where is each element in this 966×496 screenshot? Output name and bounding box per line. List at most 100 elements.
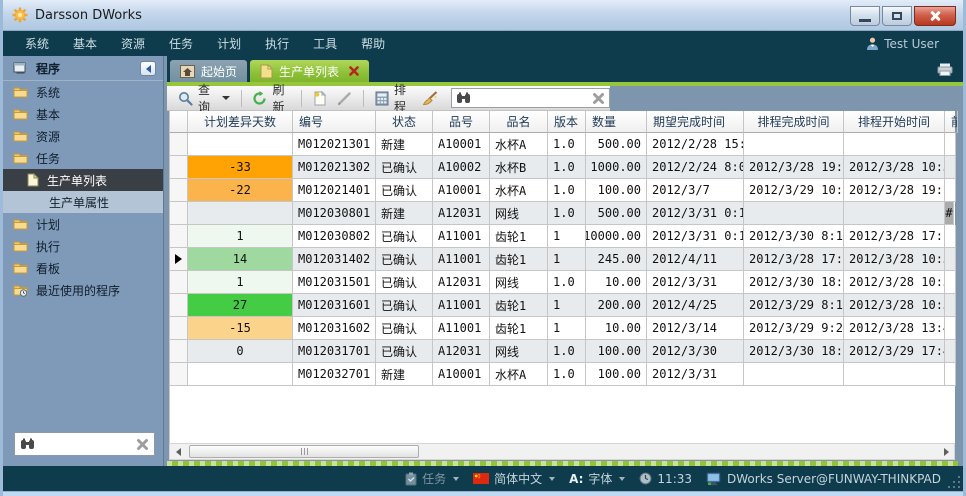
row-selector[interactable] bbox=[170, 340, 188, 363]
table-row-M012030802[interactable]: 1M012030802已确认A11001齿轮1110000.002012/3/3… bbox=[170, 225, 955, 248]
column-header-6[interactable]: 数量 bbox=[586, 111, 647, 133]
cell-qty: 500.00 bbox=[586, 133, 647, 156]
clear-x-icon[interactable] bbox=[136, 438, 149, 451]
sidebar-item-7[interactable]: 执行 bbox=[3, 235, 163, 257]
cell-sched-finish: 2012/3/30 18:00 bbox=[744, 340, 844, 363]
menu-item-3[interactable]: 任务 bbox=[157, 31, 205, 56]
menu-item-4[interactable]: 计划 bbox=[205, 31, 253, 56]
cell-qty: 100.00 bbox=[586, 340, 647, 363]
cell-expect-finish: 2012/4/11 bbox=[647, 248, 744, 271]
menu-item-6[interactable]: 工具 bbox=[301, 31, 349, 56]
scroll-left-arrow[interactable] bbox=[170, 444, 186, 459]
cell-version: 1.0 bbox=[548, 202, 586, 225]
server-status[interactable]: DWorks Server@FUNWAY-THINKPAD bbox=[706, 472, 941, 486]
cell-version: 1.0 bbox=[548, 271, 586, 294]
task-dropdown[interactable]: 任务 bbox=[405, 470, 459, 487]
column-header-3[interactable]: 品号 bbox=[433, 111, 490, 133]
table-row-M012021301[interactable]: M012021301新建A10001水杯A1.0500.002012/2/28 … bbox=[170, 133, 955, 156]
cell-diff-days: 1 bbox=[188, 225, 293, 248]
cell-part-no: A12031 bbox=[433, 271, 490, 294]
scrollbar-thumb[interactable] bbox=[189, 445, 419, 458]
row-selector[interactable] bbox=[170, 133, 188, 156]
toolbar-button-broom-icon[interactable] bbox=[419, 89, 441, 108]
maximize-button[interactable] bbox=[882, 6, 912, 26]
font-dropdown[interactable]: A: 字体 bbox=[569, 470, 625, 487]
row-selector[interactable] bbox=[170, 156, 188, 179]
column-header-2[interactable]: 状态 bbox=[376, 111, 433, 133]
sidebar-item-8[interactable]: 看板 bbox=[3, 257, 163, 279]
row-selector[interactable] bbox=[170, 179, 188, 202]
sidebar-item-6[interactable]: 计划 bbox=[3, 213, 163, 235]
cell-part-name: 网线 bbox=[490, 340, 548, 363]
sidebar-collapse-button[interactable] bbox=[140, 61, 156, 76]
column-header-9[interactable]: 排程开始时间 bbox=[844, 111, 945, 133]
sidebar-search-input[interactable] bbox=[40, 436, 131, 452]
horizontal-scrollbar[interactable] bbox=[169, 443, 955, 460]
sidebar-item-label: 生产单属性 bbox=[49, 194, 109, 211]
table-row-M012032701[interactable]: M012032701新建A10001水杯A1.0100.002012/3/31 bbox=[170, 363, 955, 386]
toolbar-search-input[interactable] bbox=[475, 90, 588, 106]
cell-status: 已确认 bbox=[376, 225, 433, 248]
column-header-1[interactable]: 编号 bbox=[293, 111, 376, 133]
table-row-M012031701[interactable]: 0M012031701已确认A12031网线1.0100.002012/3/30… bbox=[170, 340, 955, 363]
cell-diff-days: 1 bbox=[188, 271, 293, 294]
printer-icon[interactable] bbox=[937, 63, 953, 76]
menu-item-1[interactable]: 基本 bbox=[61, 31, 109, 56]
row-selector[interactable] bbox=[170, 271, 188, 294]
scroll-right-arrow[interactable] bbox=[938, 444, 954, 459]
resize-grip[interactable] bbox=[947, 475, 960, 488]
sidebar-header-label: 程序 bbox=[36, 60, 60, 77]
table-row-M012031501[interactable]: 1M012031501已确认A12031网线1.010.002012/3/312… bbox=[170, 271, 955, 294]
menu-item-7[interactable]: 帮助 bbox=[349, 31, 397, 56]
menu-item-2[interactable]: 资源 bbox=[109, 31, 157, 56]
minimize-button[interactable] bbox=[850, 6, 880, 26]
table-row-M012031601[interactable]: 27M012031601已确认A11001齿轮11200.002012/4/25… bbox=[170, 294, 955, 317]
cell-part-name: 齿轮1 bbox=[490, 225, 548, 248]
magnifier-icon bbox=[178, 91, 193, 106]
cell-sched-start bbox=[844, 202, 945, 225]
sidebar-item-1[interactable]: 基本 bbox=[3, 103, 163, 125]
toolbar-button-new-doc-icon[interactable] bbox=[310, 88, 330, 108]
toolbar-button-edit-icon[interactable] bbox=[334, 89, 355, 108]
row-selector[interactable] bbox=[170, 294, 188, 317]
cell-expect-finish: 2012/4/25 bbox=[647, 294, 744, 317]
row-selector[interactable] bbox=[170, 225, 188, 248]
sidebar-item-9[interactable]: 最近使用的程序 bbox=[3, 279, 163, 301]
table-row-M012031402[interactable]: 14M012031402已确认A11001齿轮11245.002012/4/11… bbox=[170, 248, 955, 271]
sidebar-item-3[interactable]: 任务 bbox=[3, 147, 163, 169]
menu-item-5[interactable]: 执行 bbox=[253, 31, 301, 56]
column-header-8[interactable]: 排程完成时间 bbox=[744, 111, 844, 133]
column-header-5[interactable]: 版本 bbox=[548, 111, 586, 133]
sidebar-item-0[interactable]: 系统 bbox=[3, 81, 163, 103]
clear-x-icon[interactable] bbox=[592, 92, 605, 105]
cell-sched-start bbox=[844, 133, 945, 156]
row-selector[interactable] bbox=[170, 248, 188, 271]
sidebar-item-5[interactable]: 生产单属性 bbox=[3, 191, 163, 213]
row-selector[interactable] bbox=[170, 363, 188, 386]
sidebar-item-4[interactable]: 生产单列表 bbox=[3, 169, 163, 191]
table-row-M012031602[interactable]: -15M012031602已确认A11001齿轮1110.002012/3/14… bbox=[170, 317, 955, 340]
column-header-partial[interactable]: 前 bbox=[945, 111, 958, 133]
sidebar-item-2[interactable]: 资源 bbox=[3, 125, 163, 147]
folder-icon bbox=[13, 240, 28, 252]
column-header-7[interactable]: 期望完成时间 bbox=[647, 111, 744, 133]
table-row-M012021302[interactable]: -33M012021302已确认A10002水杯B1.01000.002012/… bbox=[170, 156, 955, 179]
table-row-M012021401[interactable]: -22M012021401已确认A10001水杯A1.0100.002012/3… bbox=[170, 179, 955, 202]
table-row-M012030801[interactable]: M012030801新建A12031网线1.0500.002012/3/31 0… bbox=[170, 202, 955, 225]
clock-icon bbox=[639, 472, 652, 485]
cell-diff-days: 27 bbox=[188, 294, 293, 317]
close-button[interactable] bbox=[914, 6, 956, 26]
close-x-icon[interactable] bbox=[349, 66, 359, 76]
row-selector[interactable] bbox=[170, 202, 188, 225]
column-header-4[interactable]: 品名 bbox=[490, 111, 548, 133]
cell-sched-finish: 2012/3/29 10:20 bbox=[744, 179, 844, 202]
chevron-down-icon[interactable] bbox=[222, 96, 230, 100]
folder-icon bbox=[13, 218, 28, 230]
row-selector[interactable] bbox=[170, 317, 188, 340]
menu-item-0[interactable]: 系统 bbox=[13, 31, 61, 56]
clock-status[interactable]: 11:33 bbox=[639, 472, 692, 486]
language-dropdown[interactable]: 简体中文 bbox=[473, 470, 555, 487]
user-menu[interactable]: Test User bbox=[866, 37, 953, 51]
tab-label: 生产单列表 bbox=[279, 63, 339, 80]
column-header-0[interactable]: 计划差异天数 bbox=[188, 111, 293, 133]
